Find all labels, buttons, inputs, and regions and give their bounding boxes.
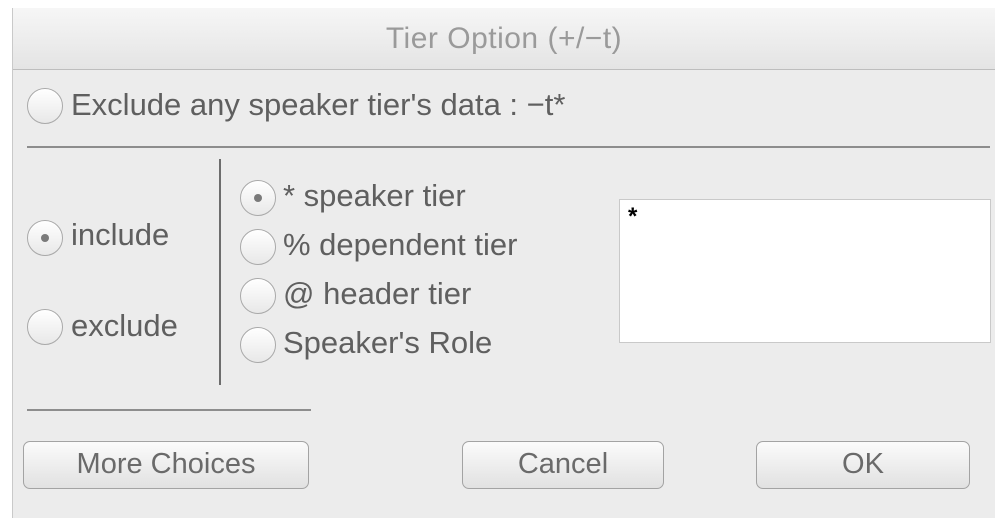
exclude-all-radio[interactable]: [27, 88, 63, 124]
cancel-button[interactable]: Cancel: [462, 441, 664, 489]
separator-vertical: [219, 159, 221, 385]
include-radio[interactable]: [27, 220, 63, 256]
header-tier-radio[interactable]: [240, 278, 276, 314]
separator-bottom: [27, 409, 311, 411]
more-choices-button[interactable]: More Choices: [23, 441, 309, 489]
dependent-tier-radio[interactable]: [240, 229, 276, 265]
exclude-all-label[interactable]: Exclude any speaker tier's data : −t*: [71, 87, 565, 123]
ok-button[interactable]: OK: [756, 441, 970, 489]
speaker-tier-label[interactable]: * speaker tier: [283, 178, 466, 214]
dependent-tier-label[interactable]: % dependent tier: [283, 227, 517, 263]
speakers-role-radio[interactable]: [240, 327, 276, 363]
exclude-label[interactable]: exclude: [71, 308, 178, 344]
tier-input[interactable]: *: [619, 199, 991, 343]
tier-option-dialog: Tier Option (+/−t) Exclude any speaker t…: [12, 8, 995, 518]
window-title: Tier Option (+/−t): [385, 22, 623, 55]
separator-top: [27, 146, 990, 148]
header-tier-label[interactable]: @ header tier: [283, 276, 471, 312]
title-bar[interactable]: Tier Option (+/−t): [13, 8, 995, 70]
include-label[interactable]: include: [71, 217, 169, 253]
speaker-tier-radio[interactable]: [240, 180, 276, 216]
exclude-radio[interactable]: [27, 309, 63, 345]
speakers-role-label[interactable]: Speaker's Role: [283, 325, 492, 361]
